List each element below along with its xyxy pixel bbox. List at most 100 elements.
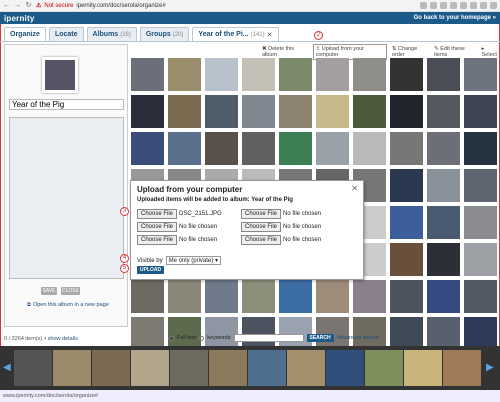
photo-thumbnail[interactable] bbox=[131, 132, 164, 165]
photo-thumbnail[interactable] bbox=[242, 132, 275, 165]
filmstrip-thumbnail[interactable] bbox=[14, 350, 52, 386]
photo-thumbnail[interactable] bbox=[205, 280, 238, 313]
photo-thumbnail[interactable] bbox=[464, 169, 497, 202]
photo-thumbnail[interactable] bbox=[205, 58, 238, 91]
close-icon[interactable]: ✕ bbox=[267, 31, 273, 39]
close-button[interactable]: CLOSE bbox=[61, 287, 80, 295]
full-text-radio[interactable] bbox=[169, 335, 174, 341]
photo-thumbnail[interactable] bbox=[279, 280, 312, 313]
tab-organize[interactable]: Organize bbox=[4, 27, 46, 41]
delete-album-button[interactable]: ✖ Delete this album bbox=[262, 46, 308, 58]
choose-file-button[interactable]: Choose File bbox=[137, 235, 178, 245]
filmstrip-thumbnail[interactable] bbox=[326, 350, 364, 386]
photo-thumbnail[interactable] bbox=[279, 95, 312, 128]
photo-thumbnail[interactable] bbox=[131, 95, 164, 128]
address-bar[interactable]: ⚠ Not secure ipernity.com/doc/serola/org… bbox=[36, 2, 166, 10]
tab-groups[interactable]: Groups (20) bbox=[139, 27, 190, 41]
photo-thumbnail[interactable] bbox=[316, 58, 349, 91]
search-input[interactable] bbox=[233, 334, 304, 342]
photo-thumbnail[interactable] bbox=[464, 280, 497, 313]
photo-thumbnail[interactable] bbox=[427, 206, 460, 239]
filmstrip-thumbnail[interactable] bbox=[443, 350, 481, 386]
filmstrip-thumbnail[interactable] bbox=[209, 350, 247, 386]
keywords-radio[interactable] bbox=[199, 335, 205, 341]
filmstrip-thumbnail[interactable] bbox=[131, 350, 169, 386]
choose-file-button[interactable]: Choose File bbox=[241, 209, 282, 219]
filmstrip-thumbnail[interactable] bbox=[170, 350, 208, 386]
photo-thumbnail[interactable] bbox=[168, 58, 201, 91]
photo-thumbnail[interactable] bbox=[427, 132, 460, 165]
choose-file-button[interactable]: Choose File bbox=[137, 222, 178, 232]
change-order-button[interactable]: ⇅ Change order bbox=[392, 46, 429, 58]
tab-locate[interactable]: Locate bbox=[48, 27, 84, 41]
photo-thumbnail[interactable] bbox=[427, 58, 460, 91]
tab-album-current[interactable]: Year of the Pi... (141) ✕ bbox=[192, 27, 279, 41]
photo-thumbnail[interactable] bbox=[390, 132, 423, 165]
search-button[interactable]: SEARCH bbox=[306, 334, 334, 342]
photo-thumbnail[interactable] bbox=[205, 95, 238, 128]
forward-arrow-icon[interactable]: → bbox=[14, 2, 21, 9]
photo-thumbnail[interactable] bbox=[390, 243, 423, 276]
photo-thumbnail[interactable] bbox=[279, 132, 312, 165]
chevron-right-icon[interactable]: ▶ bbox=[486, 362, 494, 373]
back-arrow-icon[interactable]: ← bbox=[3, 2, 10, 9]
photo-thumbnail[interactable] bbox=[316, 280, 349, 313]
extension-icon[interactable] bbox=[490, 2, 497, 9]
photo-thumbnail[interactable] bbox=[316, 95, 349, 128]
select-button[interactable]: ▸ Select bbox=[482, 46, 500, 58]
photo-thumbnail[interactable] bbox=[427, 95, 460, 128]
photo-thumbnail[interactable] bbox=[464, 243, 497, 276]
photo-thumbnail[interactable] bbox=[316, 132, 349, 165]
photo-thumbnail[interactable] bbox=[353, 132, 386, 165]
photo-thumbnail[interactable] bbox=[242, 280, 275, 313]
photo-thumbnail[interactable] bbox=[427, 169, 460, 202]
visibility-select[interactable]: Me only (private) ▾ bbox=[165, 256, 221, 265]
album-description-field[interactable] bbox=[9, 117, 124, 279]
extension-icon[interactable] bbox=[440, 2, 447, 9]
photo-thumbnail[interactable] bbox=[131, 280, 164, 313]
photo-thumbnail[interactable] bbox=[205, 132, 238, 165]
back-home-link[interactable]: Go back to your homepage » bbox=[414, 15, 496, 21]
edit-items-button[interactable]: ✎ Edit these items bbox=[434, 46, 476, 58]
extension-icon[interactable] bbox=[470, 2, 477, 9]
chevron-left-icon[interactable]: ◀ bbox=[3, 362, 11, 373]
show-details-link[interactable]: • show details bbox=[44, 336, 78, 342]
photo-thumbnail[interactable] bbox=[427, 280, 460, 313]
upload-submit-button[interactable]: UPLOAD bbox=[137, 266, 165, 274]
photo-thumbnail[interactable] bbox=[353, 280, 386, 313]
photo-thumbnail[interactable] bbox=[168, 95, 201, 128]
photo-thumbnail[interactable] bbox=[390, 169, 423, 202]
save-button[interactable]: SAVE bbox=[41, 287, 57, 295]
choose-file-button[interactable]: Choose File bbox=[137, 209, 178, 219]
photo-thumbnail[interactable] bbox=[464, 206, 497, 239]
filmstrip-thumbnail[interactable] bbox=[53, 350, 91, 386]
advanced-search-link[interactable]: Advanced search bbox=[337, 335, 380, 341]
extension-icon[interactable] bbox=[480, 2, 487, 9]
photo-thumbnail[interactable] bbox=[464, 58, 497, 91]
photo-thumbnail[interactable] bbox=[279, 58, 312, 91]
choose-file-button[interactable]: Choose File bbox=[241, 222, 282, 232]
album-title-field[interactable] bbox=[9, 99, 124, 110]
photo-thumbnail[interactable] bbox=[242, 58, 275, 91]
tab-albums[interactable]: Albums (28) bbox=[86, 27, 137, 41]
photo-thumbnail[interactable] bbox=[390, 280, 423, 313]
photo-thumbnail[interactable] bbox=[427, 243, 460, 276]
photo-thumbnail[interactable] bbox=[390, 58, 423, 91]
extension-icon[interactable] bbox=[430, 2, 437, 9]
filmstrip-thumbnail[interactable] bbox=[92, 350, 130, 386]
open-album-link[interactable]: ⧉ Open this album in a new page bbox=[27, 302, 109, 309]
album-cover-image[interactable] bbox=[42, 57, 78, 93]
filmstrip-thumbnail[interactable] bbox=[365, 350, 403, 386]
close-icon[interactable]: ✕ bbox=[351, 184, 358, 193]
photo-thumbnail[interactable] bbox=[464, 95, 497, 128]
photo-thumbnail[interactable] bbox=[390, 95, 423, 128]
photo-thumbnail[interactable] bbox=[242, 95, 275, 128]
extension-icon[interactable] bbox=[450, 2, 457, 9]
photo-thumbnail[interactable] bbox=[131, 58, 164, 91]
choose-file-button[interactable]: Choose File bbox=[241, 235, 282, 245]
extension-icon[interactable] bbox=[460, 2, 467, 9]
extension-icon[interactable] bbox=[420, 2, 427, 9]
filmstrip-thumbnail[interactable] bbox=[287, 350, 325, 386]
filmstrip-thumbnail[interactable] bbox=[248, 350, 286, 386]
filmstrip-thumbnail[interactable] bbox=[404, 350, 442, 386]
